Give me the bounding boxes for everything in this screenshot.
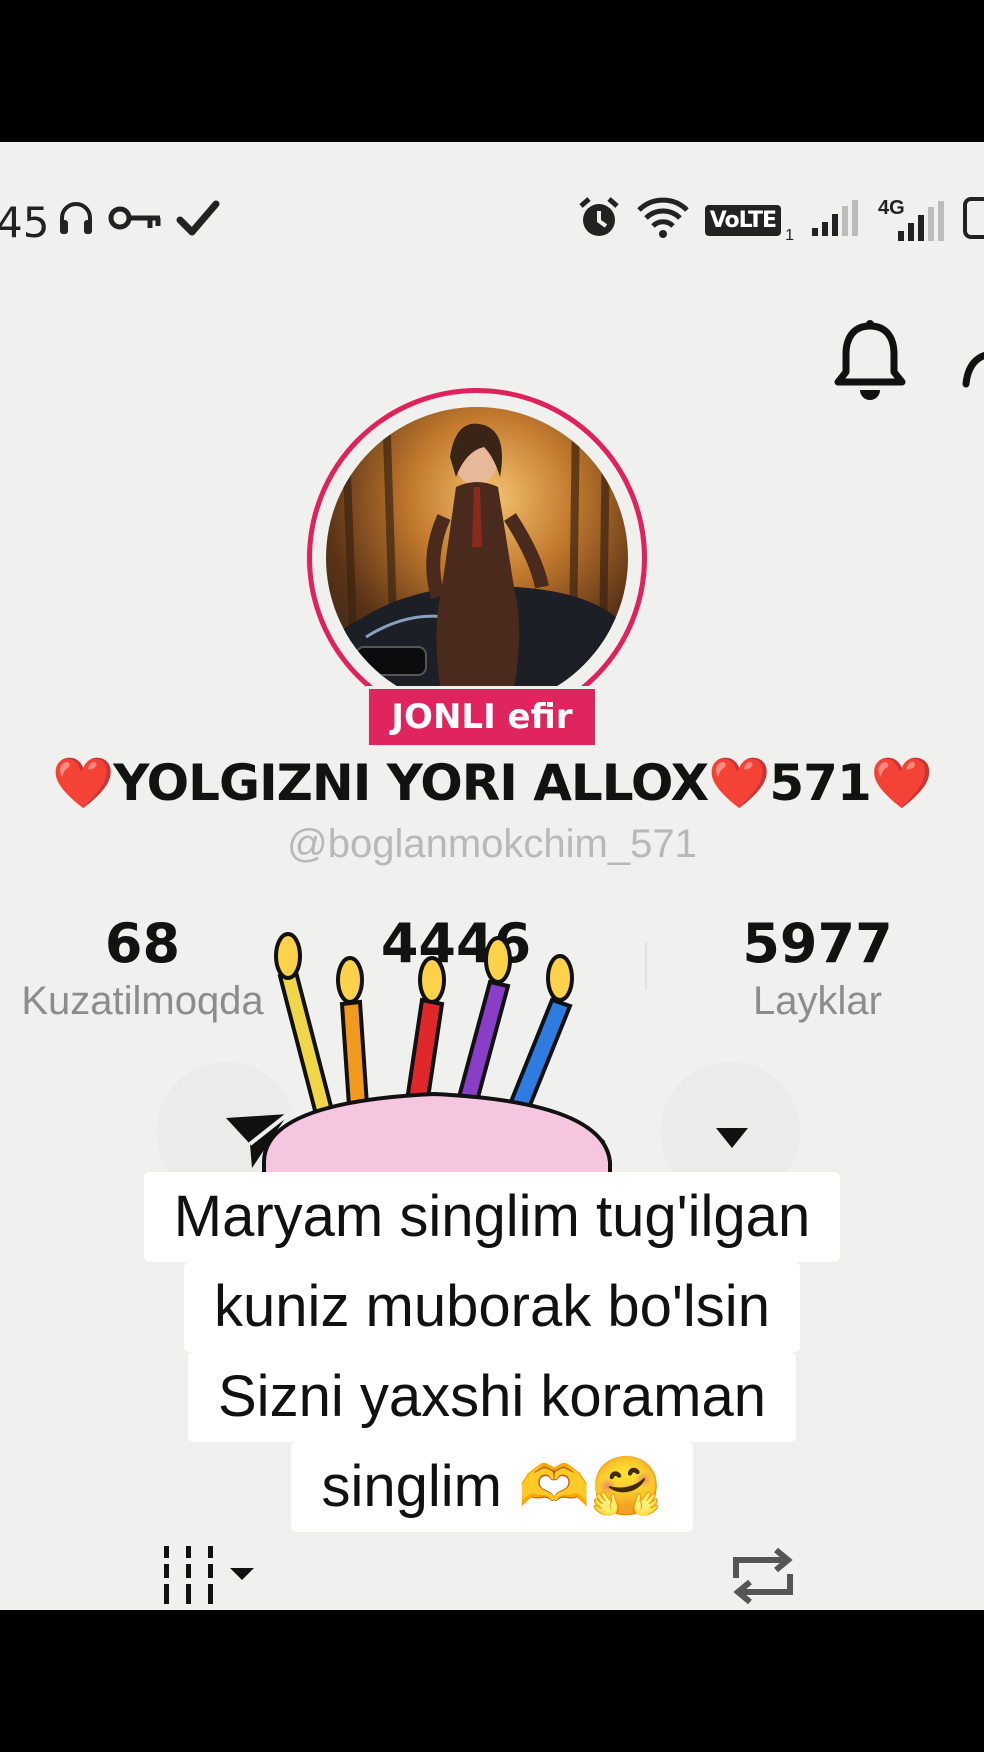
more-icon[interactable]	[960, 334, 984, 399]
avatar[interactable]	[326, 407, 628, 709]
headphones-icon	[56, 198, 96, 243]
caption-line-3: Sizni yaxshi koraman	[188, 1352, 796, 1442]
status-left-icons	[56, 198, 220, 243]
display-name: ❤️YOLGIZNI YORI ALLOX❤️571❤️	[51, 754, 933, 812]
stat-following-label: Kuzatilmoqda	[21, 979, 264, 1023]
signal-icon	[810, 198, 860, 243]
live-badge[interactable]: JONLI efir	[366, 686, 598, 748]
avatar-ring[interactable]	[307, 388, 647, 728]
grid-icon[interactable]	[164, 1546, 264, 1610]
caption-line-1: Maryam singlim tug'ilgan	[143, 1172, 841, 1262]
alarm-icon	[577, 196, 621, 245]
caption-line-2: kuniz muborak bo'lsin	[184, 1262, 800, 1352]
dropdown-icon[interactable]	[714, 1124, 750, 1155]
status-bar: 45 VoLTE 1 4G	[0, 192, 984, 252]
username: @boglanmokchim_571	[287, 822, 697, 866]
caption-overlay: Maryam singlim tug'ilgan kuniz muborak b…	[0, 1172, 984, 1532]
stat-following-value: 68	[104, 912, 181, 975]
wifi-icon	[636, 196, 689, 245]
stat-likes-label: Layklar	[753, 979, 882, 1023]
stat-divider	[645, 942, 647, 990]
battery-icon	[962, 196, 984, 245]
status-time: 45	[0, 198, 50, 247]
caption-line-4: singlim 🫶🤗	[291, 1442, 693, 1532]
stat-likes[interactable]: 5977 Layklar	[700, 912, 935, 1024]
volte-sim-number: 1	[785, 227, 794, 244]
status-right-icons: VoLTE 1 4G	[577, 196, 984, 245]
stat-following[interactable]: 68 Kuzatilmoqda	[0, 912, 285, 1024]
bell-icon[interactable]	[832, 320, 908, 407]
check-icon	[176, 198, 220, 243]
profile-screen: 45 VoLTE 1 4G JONLI efir ❤️YOLGIZNI YORI…	[0, 142, 984, 1610]
key-icon	[108, 200, 164, 241]
repost-icon[interactable]	[726, 1544, 800, 1610]
signal-4g-icon: 4G	[876, 197, 946, 243]
volte-icon: VoLTE	[704, 205, 782, 236]
stat-likes-value: 5977	[742, 912, 893, 975]
